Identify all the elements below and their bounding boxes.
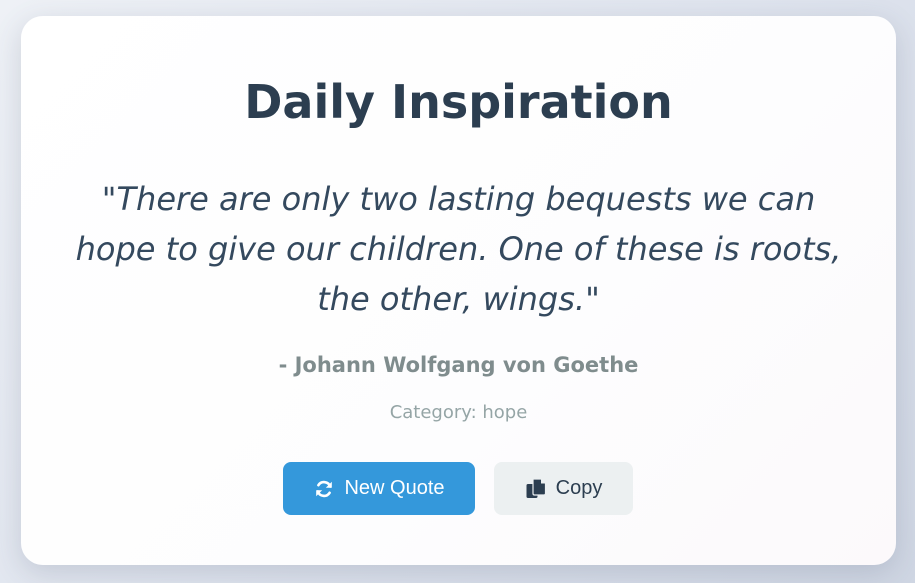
copy-label: Copy [555, 477, 603, 499]
new-quote-label: New Quote [344, 477, 445, 499]
copy-icon [525, 477, 547, 500]
button-row: New Quote Copy [21, 462, 896, 515]
quote-card: Daily Inspiration "There are only two la… [21, 16, 896, 565]
page-title: Daily Inspiration [244, 75, 673, 129]
quote-category: Category: hope [389, 402, 528, 423]
quote-author: - Johann Wolfgang von Goethe [278, 353, 639, 377]
new-quote-button[interactable]: New Quote [283, 462, 475, 515]
refresh-icon [313, 478, 335, 500]
quote-text: "There are only two lasting bequests we … [75, 180, 842, 318]
copy-button[interactable]: Copy [494, 462, 633, 515]
